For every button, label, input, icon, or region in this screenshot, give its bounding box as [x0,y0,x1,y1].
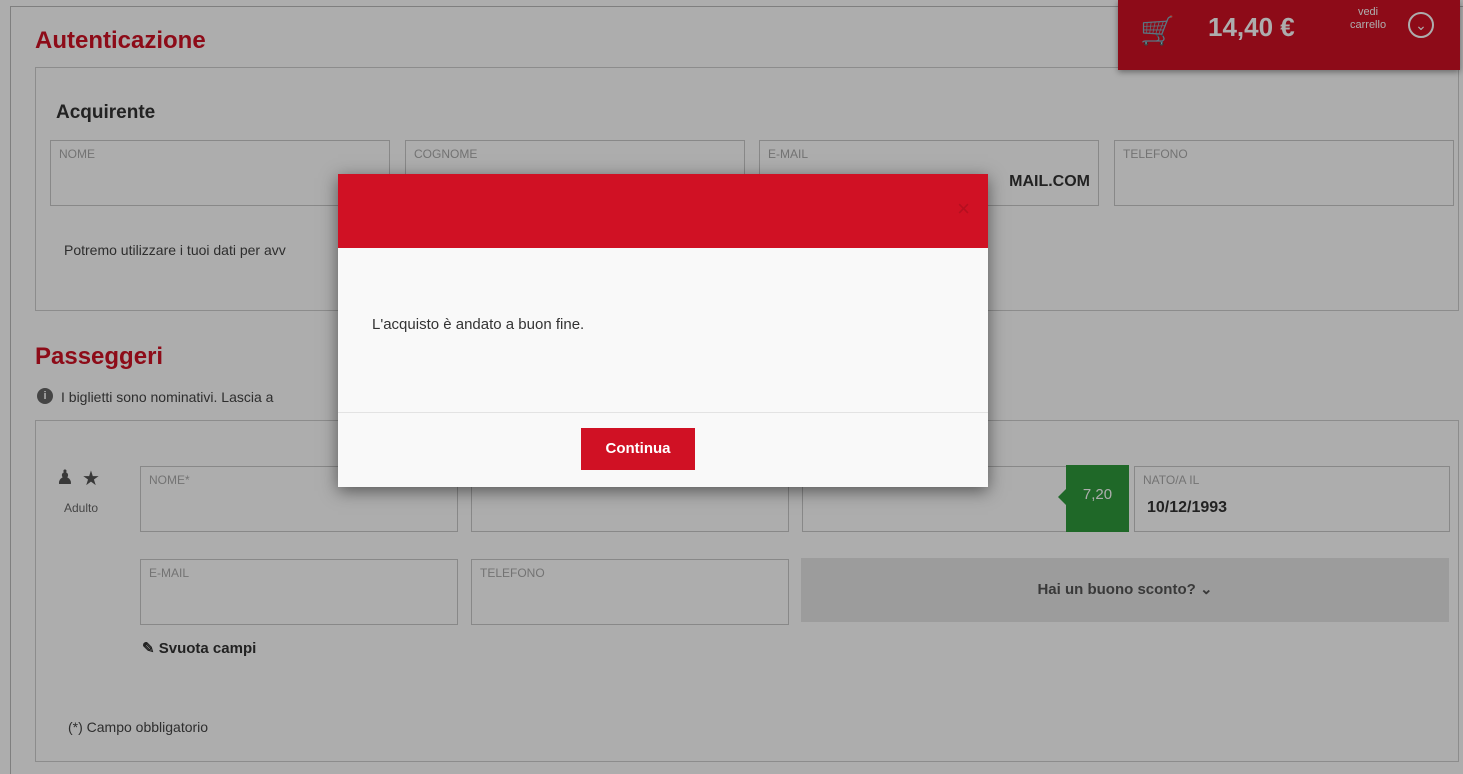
continue-button[interactable]: Continua [581,428,695,470]
modal-header: × [338,174,988,248]
modal-footer: Continua [338,412,988,487]
close-icon[interactable]: × [957,196,970,222]
modal-body: L'acquisto è andato a buon fine. [338,248,988,412]
confirmation-modal: × L'acquisto è andato a buon fine. Conti… [338,174,988,487]
modal-message: L'acquisto è andato a buon fine. [372,316,585,333]
